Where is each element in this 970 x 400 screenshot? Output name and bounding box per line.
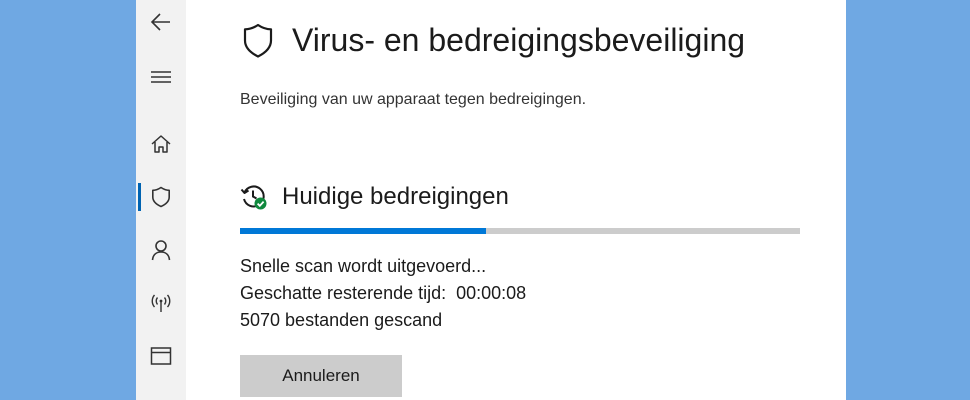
current-threats-header: Huidige bedreigingen (240, 183, 509, 211)
home-icon (151, 135, 171, 153)
page-subtitle: Beveiliging van uw apparaat tegen bedrei… (240, 91, 587, 108)
sidebar-item-home[interactable] (136, 122, 186, 166)
shield-icon (243, 23, 273, 58)
hamburger-menu-button[interactable] (136, 55, 186, 99)
sidebar-item-virus-protection[interactable] (136, 175, 186, 219)
scan-progress-bar (240, 228, 800, 234)
sidebar (136, 0, 186, 400)
hamburger-menu-icon (151, 71, 171, 83)
back-arrow-icon (150, 13, 170, 31)
wireless-icon (151, 294, 171, 312)
files-scanned-text: 5070 bestanden gescand (240, 310, 443, 330)
sidebar-item-app-browser[interactable] (136, 334, 186, 378)
shield-icon (152, 186, 170, 208)
cancel-button[interactable]: Annuleren (240, 355, 402, 397)
scan-status-text: Snelle scan wordt uitgevoerd... (240, 256, 487, 276)
sidebar-item-account[interactable] (136, 228, 186, 272)
sidebar-item-firewall[interactable] (136, 281, 186, 325)
scan-history-icon (240, 185, 267, 210)
remaining-time-text: Geschatte resterende tijd: 00:00:08 (240, 283, 527, 303)
back-button[interactable] (136, 0, 186, 44)
security-window: Virus- en bedreigingsbeveiliging Beveili… (136, 0, 846, 400)
scan-progress-fill (240, 228, 487, 234)
main-content: Virus- en bedreigingsbeveiliging Beveili… (186, 0, 846, 400)
page-header: Virus- en bedreigingsbeveiliging (242, 22, 745, 59)
page-title: Virus- en bedreigingsbeveiliging (292, 22, 746, 58)
section-title: Huidige bedreigingen (282, 183, 509, 210)
app-browser-icon (150, 347, 172, 365)
person-icon (151, 240, 171, 261)
scan-status: Snelle scan wordt uitgevoerd... Geschatt… (240, 253, 526, 334)
